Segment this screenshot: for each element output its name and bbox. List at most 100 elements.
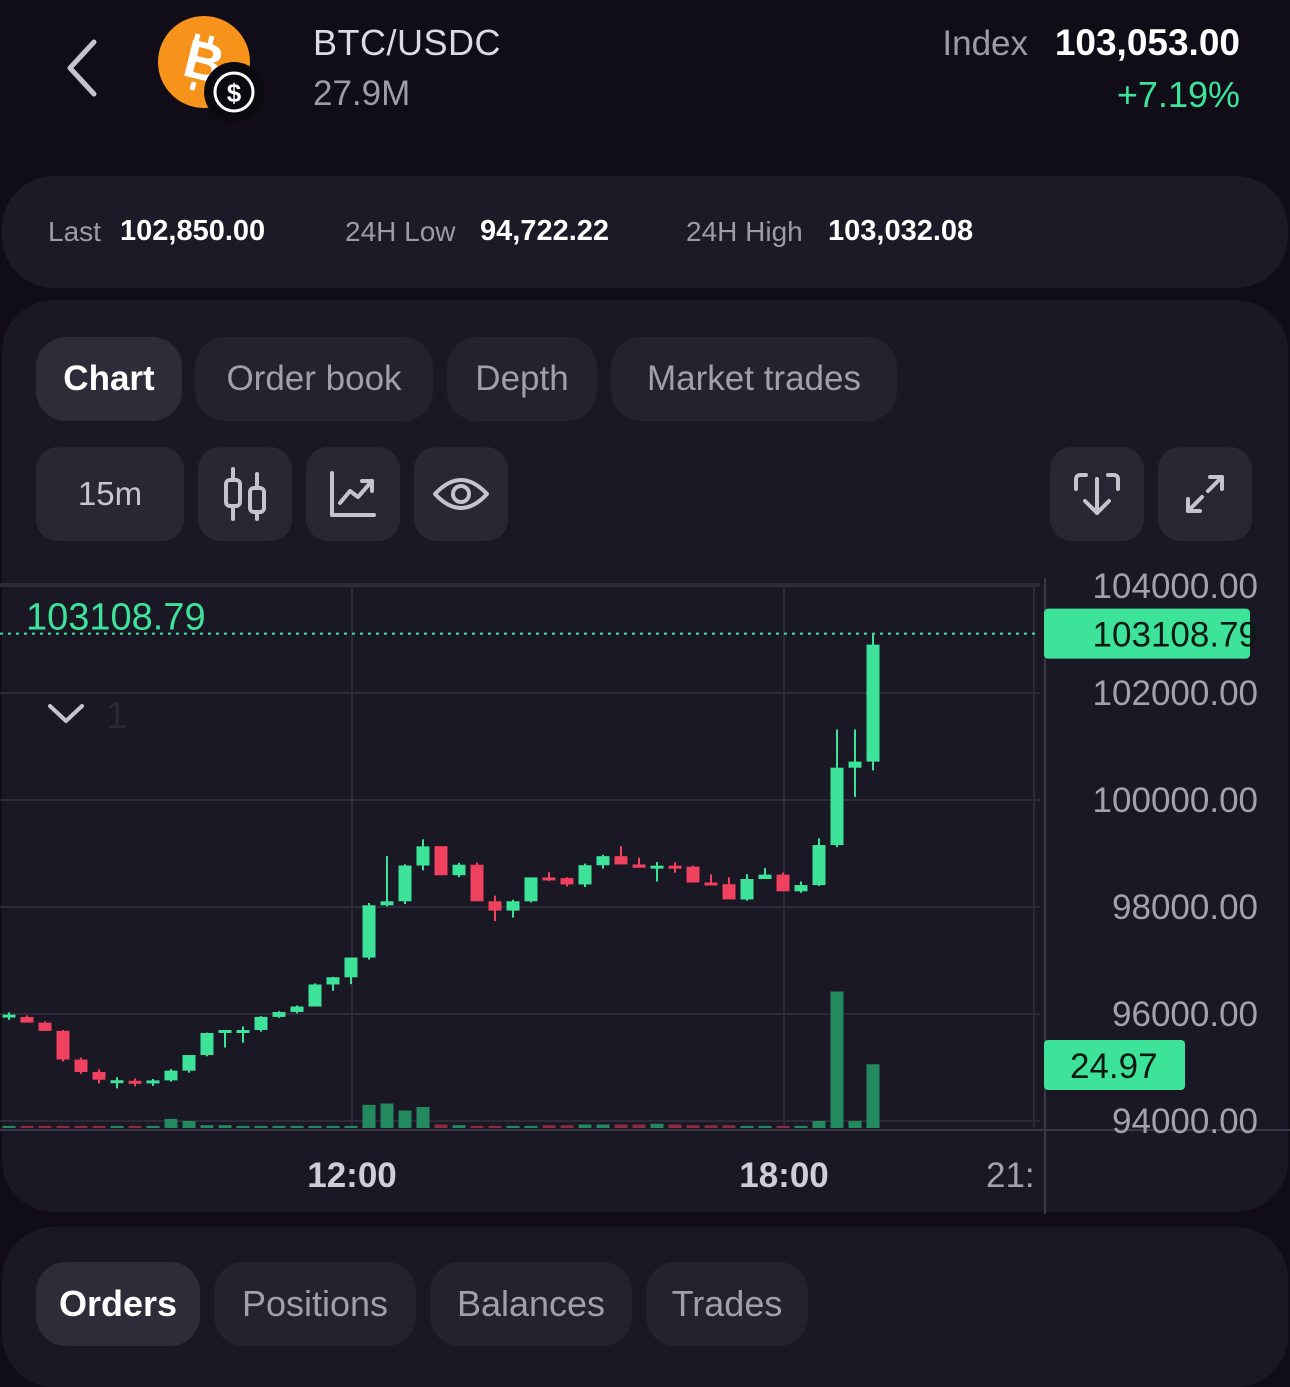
candle-body: [56, 1030, 70, 1060]
candle-body: [812, 845, 826, 886]
volume-bar: [524, 1125, 538, 1128]
price-tick-label: 104000.00: [1093, 567, 1258, 606]
volume-bar: [362, 1104, 376, 1128]
candle-body: [434, 846, 448, 876]
volume-bar: [632, 1124, 646, 1128]
candlesticks: [2, 633, 880, 1089]
price-tick-label: 96000.00: [1112, 995, 1258, 1034]
candle-body: [2, 1014, 16, 1018]
candle-body: [740, 879, 754, 900]
price-tick-label: 94000.00: [1112, 1102, 1258, 1141]
volume-bar: [128, 1125, 142, 1128]
volume-bar: [560, 1125, 574, 1128]
volume-bar: [650, 1123, 664, 1128]
candle-body: [416, 846, 430, 866]
volume-tag-label: 24.97: [1070, 1047, 1158, 1086]
candle-body: [20, 1017, 34, 1023]
candle-body: [794, 885, 808, 892]
volume-bar: [758, 1125, 772, 1128]
volume-bar: [614, 1124, 628, 1128]
candle-body: [830, 767, 844, 846]
chevron-down-icon[interactable]: [48, 704, 84, 723]
candle-body: [722, 884, 736, 900]
time-tick-label: 21:: [986, 1156, 1035, 1195]
candle-body: [380, 901, 394, 906]
tab-orders[interactable]: Orders: [36, 1262, 200, 1346]
volume-bar: [56, 1125, 70, 1128]
candle-body: [218, 1029, 232, 1033]
volume-bar: [380, 1103, 394, 1128]
volume-bar: [326, 1125, 340, 1128]
candle-body: [398, 865, 412, 902]
volume-bar: [830, 991, 844, 1128]
volume-bar: [38, 1125, 52, 1128]
candle-body: [470, 864, 484, 902]
volume-bar: [2, 1125, 16, 1128]
candle-body: [686, 866, 700, 883]
volume-bar: [308, 1125, 322, 1128]
candle-body: [560, 878, 574, 885]
candle-body: [326, 977, 340, 985]
volume-bar: [722, 1125, 736, 1128]
candle-body: [290, 1006, 304, 1013]
time-tick-label: 12:00: [307, 1156, 397, 1195]
candle-body: [488, 901, 502, 911]
candle-body: [200, 1032, 214, 1056]
volume-bar: [470, 1125, 484, 1128]
volume-bar: [740, 1125, 754, 1128]
volume-bar: [434, 1124, 448, 1128]
volume-bar: [596, 1124, 610, 1128]
tab-balances[interactable]: Balances: [430, 1262, 632, 1346]
candle-body: [650, 865, 664, 869]
orders-panel: Orders Positions Balances Trades: [2, 1227, 1288, 1387]
volume-bar: [398, 1110, 412, 1128]
volume-bar: [164, 1118, 178, 1128]
volume-bar: [812, 1121, 826, 1128]
candle-body: [110, 1080, 124, 1084]
current-price-tag-label: 103108.79: [1093, 616, 1258, 655]
volume-bar: [452, 1125, 466, 1128]
volume-bar: [110, 1125, 124, 1128]
candle-body: [614, 856, 628, 865]
volume-bar: [254, 1125, 268, 1128]
tab-positions[interactable]: Positions: [214, 1262, 416, 1346]
volume-bar: [794, 1125, 808, 1128]
candle-body: [632, 864, 646, 868]
volume-bar: [218, 1125, 232, 1128]
candle-body: [758, 874, 772, 880]
candle-body: [38, 1022, 52, 1031]
candle-body: [578, 865, 592, 885]
time-tick-label: 18:00: [739, 1156, 829, 1195]
candle-body: [776, 874, 790, 892]
candle-body: [848, 761, 862, 768]
price-tick-label: 98000.00: [1112, 888, 1258, 927]
volume-bar: [848, 1121, 862, 1128]
volume-bar: [506, 1125, 520, 1128]
candle-body: [236, 1029, 250, 1033]
volume-bar: [776, 1125, 790, 1128]
current-price-left-label: 103108.79: [26, 597, 206, 639]
candle-body: [92, 1071, 106, 1080]
volume-bar: [290, 1125, 304, 1128]
candle-body: [74, 1059, 88, 1072]
price-chart[interactable]: 104000.00 102000.00 100000.00 98000.00 96000…: [0, 0, 1290, 1359]
price-tick-label: 102000.00: [1093, 674, 1258, 713]
candle-body: [308, 984, 322, 1007]
volume-bar: [686, 1125, 700, 1128]
candle-body: [164, 1070, 178, 1081]
volume-bar: [344, 1125, 358, 1128]
volume-bar: [182, 1121, 196, 1128]
candle-body: [596, 856, 610, 866]
volume-bar: [866, 1064, 880, 1128]
volume-bar: [542, 1125, 556, 1128]
volume-bar: [272, 1125, 286, 1128]
chart-overlays: 103108.79 103108.79 24.97 1: [0, 597, 1258, 1090]
tab-trades[interactable]: Trades: [646, 1262, 808, 1346]
candle-body: [344, 957, 358, 978]
price-tick-label: 100000.00: [1093, 781, 1258, 820]
volume-bars: [2, 991, 880, 1128]
candle-body: [668, 865, 682, 869]
indicator-count: 1: [106, 695, 127, 737]
candle-body: [254, 1016, 268, 1030]
candle-body: [506, 901, 520, 911]
